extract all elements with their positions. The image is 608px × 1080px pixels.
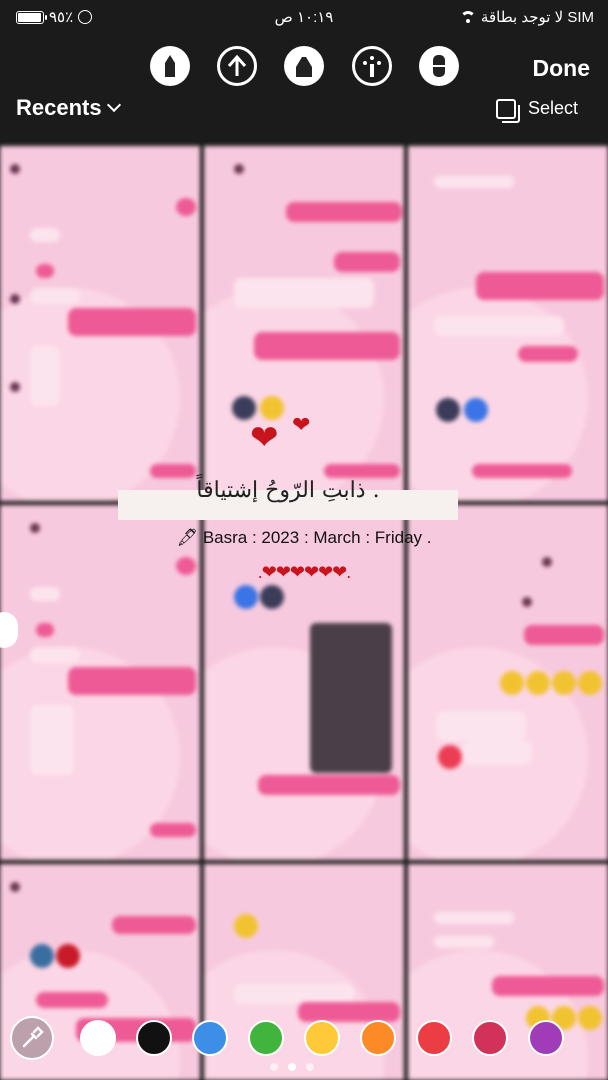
arrow-pen-icon: [227, 54, 247, 76]
heart-icon: ❤: [250, 419, 279, 457]
chevron-down-icon: [106, 97, 121, 113]
carrier-text: لا توجد بطاقة SIM: [480, 9, 594, 26]
wifi-icon: [459, 11, 476, 23]
pen-tool-icon: [165, 55, 175, 77]
eyedropper-icon: [22, 1026, 44, 1048]
page-indicator: [270, 1063, 314, 1071]
photo-grid: [0, 146, 608, 1080]
recents-label: Recents: [16, 95, 102, 120]
color-swatch[interactable]: [528, 1020, 564, 1056]
color-swatch[interactable]: [304, 1020, 340, 1056]
color-swatch[interactable]: [416, 1020, 452, 1056]
photo-thumbnail[interactable]: [204, 505, 404, 860]
color-swatch[interactable]: [360, 1020, 396, 1056]
hearts-line[interactable]: .❤❤❤❤❤❤.: [0, 562, 608, 583]
carrier-status: لا توجد بطاقة SIM: [459, 6, 594, 28]
eraser-button[interactable]: [419, 46, 459, 86]
glow-pen-button[interactable]: [352, 46, 392, 86]
select-label: Select: [527, 98, 578, 118]
page-dot: [270, 1063, 278, 1071]
color-swatch[interactable]: [136, 1020, 172, 1056]
select-button[interactable]: Select: [495, 98, 578, 123]
photo-thumbnail[interactable]: [408, 146, 608, 501]
color-palette: [10, 1016, 600, 1064]
color-swatch[interactable]: [80, 1020, 116, 1056]
recents-dropdown[interactable]: Recents: [16, 95, 121, 121]
eraser-icon: [433, 55, 445, 77]
arrow-pen-button[interactable]: [217, 46, 257, 86]
time-text: ١٠:١٩ ص: [274, 9, 334, 26]
photo-thumbnail[interactable]: [0, 505, 200, 860]
page-dot: [306, 1063, 314, 1071]
pen-tool-button[interactable]: [150, 46, 190, 86]
photo-thumbnail[interactable]: [408, 505, 608, 860]
color-swatch[interactable]: [472, 1020, 508, 1056]
color-swatch[interactable]: [248, 1020, 284, 1056]
top-bar: ٩٥٪ ١٠:١٩ ص لا توجد بطاقة SIM Done Recen…: [0, 0, 608, 146]
color-swatch[interactable]: [192, 1020, 228, 1056]
glow-pen-icon: [363, 56, 381, 77]
marker-button[interactable]: [284, 46, 324, 86]
select-icon: [495, 98, 520, 123]
page-dot: [288, 1063, 296, 1071]
arabic-quote[interactable]: ذابتِ الرّوحُ إشتياقاً .: [118, 478, 458, 503]
photo-thumbnail[interactable]: [0, 146, 200, 501]
hearts-text: .❤❤❤❤❤❤.: [257, 562, 351, 582]
heart-icon: ❤: [292, 412, 311, 437]
eyedropper-button[interactable]: [10, 1016, 54, 1060]
floating-hearts: ❤ ❤: [250, 412, 330, 462]
done-button[interactable]: Done: [533, 55, 591, 82]
marker-icon: [296, 57, 312, 77]
date-caption[interactable]: 🖋 Basra : 2023 : March : Friday .: [0, 528, 608, 548]
